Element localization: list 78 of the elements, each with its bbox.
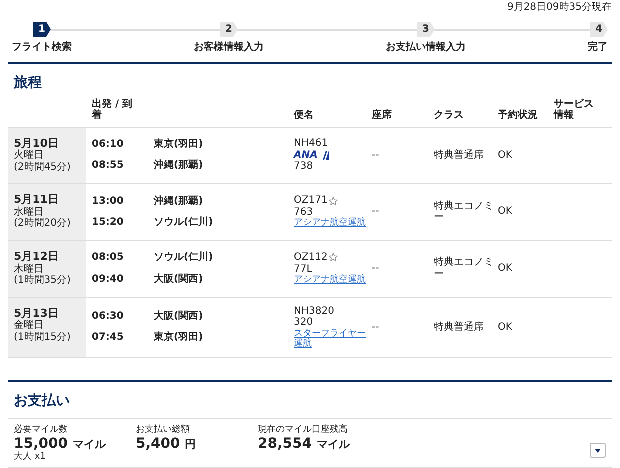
payment-label: 現在のマイル口座残高 [258, 425, 349, 436]
seat-cell: -- [372, 206, 380, 218]
arrival-airport: 東京(羽田) [154, 332, 204, 344]
arrival-time: 15:20 [92, 217, 125, 229]
step-label: お支払い情報入力 [386, 42, 466, 54]
weekday: 火曜日 [14, 150, 45, 162]
booking-status: OK [498, 322, 512, 334]
booking-status: OK [498, 206, 512, 218]
caret-icon [595, 448, 601, 453]
payment-value: 15,000 マイル [14, 436, 107, 452]
fare-class: 特典エコノミー [434, 257, 495, 280]
operator-link[interactable]: アシアナ航空運航 [294, 218, 372, 229]
aircraft-type: 738 [294, 161, 314, 173]
step-number: 4 [590, 22, 608, 37]
arrival-airport: 大阪(関西) [154, 274, 204, 286]
booking-status: OK [498, 150, 512, 162]
expand-button[interactable] [590, 443, 606, 458]
payment-value: 5,400 円 [136, 436, 198, 452]
timestamp: 9月28日09時35分現在 [506, 2, 612, 15]
flight-duration: (1時間35分) [14, 275, 72, 287]
departure-airport: 東京(羽田) [154, 138, 204, 150]
departure-time: 13:00 [92, 196, 125, 208]
step-number: 3 [417, 22, 435, 37]
arrival-time: 09:40 [92, 274, 125, 286]
flight-duration: (1時間15分) [14, 332, 72, 344]
fare-class: 特典普通席 [434, 150, 484, 162]
step-number: 1 [33, 22, 51, 37]
aircraft-type: 763 [294, 206, 314, 218]
section-title: 旅程 [14, 74, 43, 91]
arrival-airport: 沖縄(那覇) [154, 160, 204, 172]
flight-duration: (2時間20分) [14, 218, 72, 230]
departure-time: 08:05 [92, 252, 125, 264]
payment-value: 28,554 マイル [258, 436, 351, 452]
step-label: フライト検索 [12, 42, 72, 54]
airline-logo: ANA [294, 150, 372, 162]
flight-number: NH3820 [294, 306, 334, 318]
step-label: お客様情報入力 [194, 42, 264, 54]
aircraft-type: 320 [294, 317, 314, 329]
flight-duration: (2時間45分) [14, 162, 72, 174]
column-header: 便名 [294, 110, 315, 122]
seat-cell: -- [372, 322, 380, 334]
arrival-time: 08:55 [92, 160, 125, 172]
departure-airport: 沖縄(那覇) [154, 196, 204, 208]
departure-time: 06:10 [92, 138, 125, 150]
aircraft-type: 77L [294, 264, 314, 276]
departure-airport: 大阪(関西) [154, 310, 204, 322]
column-header: 出発 / 到着 [91, 98, 134, 122]
weekday: 金曜日 [14, 320, 45, 332]
departure-airport: ソウル(仁川) [154, 252, 214, 264]
step-number: 2 [220, 22, 238, 37]
seat-cell: -- [372, 262, 380, 274]
arrival-airport: ソウル(仁川) [154, 217, 214, 229]
payment-label: お支払い総額 [136, 425, 191, 436]
seat-cell: -- [372, 150, 380, 162]
booking-status: OK [498, 262, 512, 274]
operator-link[interactable]: スターフライヤー運航 [294, 328, 372, 350]
fare-class: 特典普通席 [434, 322, 484, 334]
flight-date: 5月10日 [14, 138, 60, 150]
weekday: 水曜日 [14, 206, 45, 218]
section-title: お支払い [14, 393, 71, 410]
departure-time: 06:30 [92, 310, 125, 322]
flight-date: 5月12日 [14, 250, 60, 264]
flight-number: NH461 [294, 138, 328, 150]
flight-date: 5月13日 [14, 308, 60, 320]
flight-date: 5月11日 [14, 194, 60, 206]
column-header: クラス [434, 110, 465, 122]
flight-number: OZ112 [294, 252, 328, 264]
column-header: 予約状況 [498, 110, 539, 122]
operator-link[interactable]: アシアナ航空運航 [294, 275, 372, 286]
fare-class: 特典エコノミー [434, 200, 495, 224]
arrival-time: 07:45 [92, 332, 125, 344]
weekday: 木曜日 [14, 264, 45, 275]
flight-number: OZ171 [294, 195, 328, 207]
column-header: サービス情報 [554, 98, 595, 122]
payment-label: 必要マイル数 [14, 425, 69, 436]
column-header: 座席 [372, 110, 393, 122]
passenger-count: 大人 x1 [14, 452, 47, 462]
step-label: 完了 [588, 42, 608, 54]
